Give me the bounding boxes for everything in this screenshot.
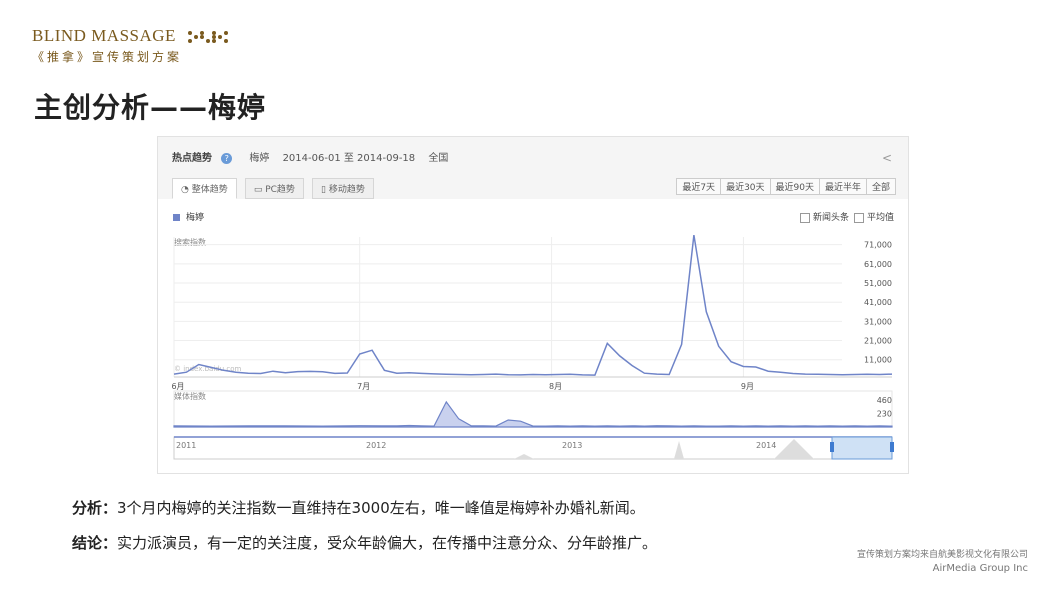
x-tick-label: 7月 (357, 382, 370, 391)
navigator-year-label: 2013 (562, 441, 582, 450)
keyword: 梅婷 (249, 153, 270, 164)
range-90d[interactable]: 最近90天 (769, 178, 820, 195)
trend-tabs: ◔ 整体趋势 ▭ PC趋势 ▯ 移动趋势 (172, 177, 377, 199)
tab-pc[interactable]: ▭ PC趋势 (244, 178, 304, 199)
y-tick-label: 61,000 (864, 260, 892, 269)
braille-dots-icon (187, 31, 228, 44)
navigator-handle-left (830, 442, 834, 452)
range-half-year[interactable]: 最近半年 (818, 178, 867, 195)
conclusion-line: 结论：实力派演员，有一定的关注度，受众年龄偏大，在传播中注意分众、分年龄推广。 (72, 532, 657, 553)
share-icon[interactable]: < (882, 151, 892, 165)
search-index-line (173, 234, 893, 376)
x-tick-label: 8月 (549, 382, 562, 391)
y-tick-label: 51,000 (864, 279, 892, 288)
legend-item: 梅婷 (173, 210, 204, 223)
tab-overall[interactable]: ◔ 整体趋势 (172, 178, 237, 199)
analysis-label: 分析： (72, 499, 118, 517)
media-y-axis-label: 媒体指数 (174, 391, 206, 401)
region: 全国 (428, 153, 449, 164)
y-tick-label: 31,000 (864, 317, 892, 326)
media-y-tick-label: 230 (877, 410, 892, 419)
footer-line-en: AirMedia Group Inc (932, 563, 1028, 574)
average-checkbox[interactable]: 平均值 (854, 210, 894, 223)
analysis-text: 3个月内梅婷的关注指数一直维持在3000左右，唯一峰值是梅婷补办婚礼新闻。 (117, 499, 645, 517)
navigator-handle-right (890, 442, 894, 452)
news-headline-checkbox[interactable]: 新闻头条 (800, 210, 849, 223)
tab-mobile[interactable]: ▯ 移动趋势 (312, 178, 374, 199)
navigator-year-label: 2011 (176, 441, 196, 450)
page-title: 主创分析——梅婷 (34, 91, 267, 124)
footer-line-cn: 宣传策划方案均来自航美影视文化有限公司 (856, 550, 1028, 560)
footer: 宣传策划方案均来自航美影视文化有限公司 AirMedia Group Inc (857, 549, 1028, 575)
y-axis-label: 搜索指数 (174, 237, 206, 247)
range-7d[interactable]: 最近7天 (676, 178, 722, 195)
media-y-tick-label: 460 (877, 396, 892, 405)
range-all[interactable]: 全部 (865, 178, 896, 195)
legend-swatch (173, 214, 180, 221)
y-tick-label: 11,000 (864, 356, 892, 365)
navigator-year-label: 2014 (756, 441, 776, 450)
panel-title: 热点趋势 (172, 153, 212, 164)
navigator-selection (831, 436, 893, 460)
media-plot-frame (173, 390, 893, 428)
x-tick-label: 6月 (171, 382, 184, 391)
y-tick-label: 21,000 (864, 337, 892, 346)
navigator-year-label: 2012 (366, 441, 386, 450)
trend-chart: 搜索指数 11,000 21,000 31,000 41,000 51,000 61,000… (171, 234, 894, 460)
help-icon[interactable]: ? (221, 152, 233, 164)
y-tick-label: 41,000 (864, 298, 892, 307)
panel-header: 热点趋势 ? 梅婷 2014-06-01 至 2014-09-18 全国 (172, 149, 448, 164)
conclusion-label: 结论： (72, 534, 118, 552)
analysis-line: 分析：3个月内梅婷的关注指数一直维持在3000左右，唯一峰值是梅婷补办婚礼新闻。 (72, 497, 645, 518)
date-range: 2014-06-01 至 2014-09-18 (282, 153, 416, 164)
brand-subtitle: 《推拿》宣传策划方案 (32, 50, 183, 64)
trend-panel: 热点趋势 ? 梅婷 2014-06-01 至 2014-09-18 全国 < ◔… (157, 136, 909, 474)
range-buttons: 最近7天 最近30天 最近90天 最近半年 全部 (676, 178, 896, 195)
conclusion-text: 实力派演员，有一定的关注度，受众年龄偏大，在传播中注意分众、分年龄推广。 (117, 534, 658, 552)
y-tick-label: 71,000 (864, 241, 892, 250)
x-tick-label: 9月 (741, 382, 754, 391)
range-30d[interactable]: 最近30天 (720, 178, 771, 195)
brand: BLIND MASSAGE 《推拿》宣传策划方案 (32, 26, 229, 65)
brand-name: BLIND MASSAGE (32, 26, 176, 45)
